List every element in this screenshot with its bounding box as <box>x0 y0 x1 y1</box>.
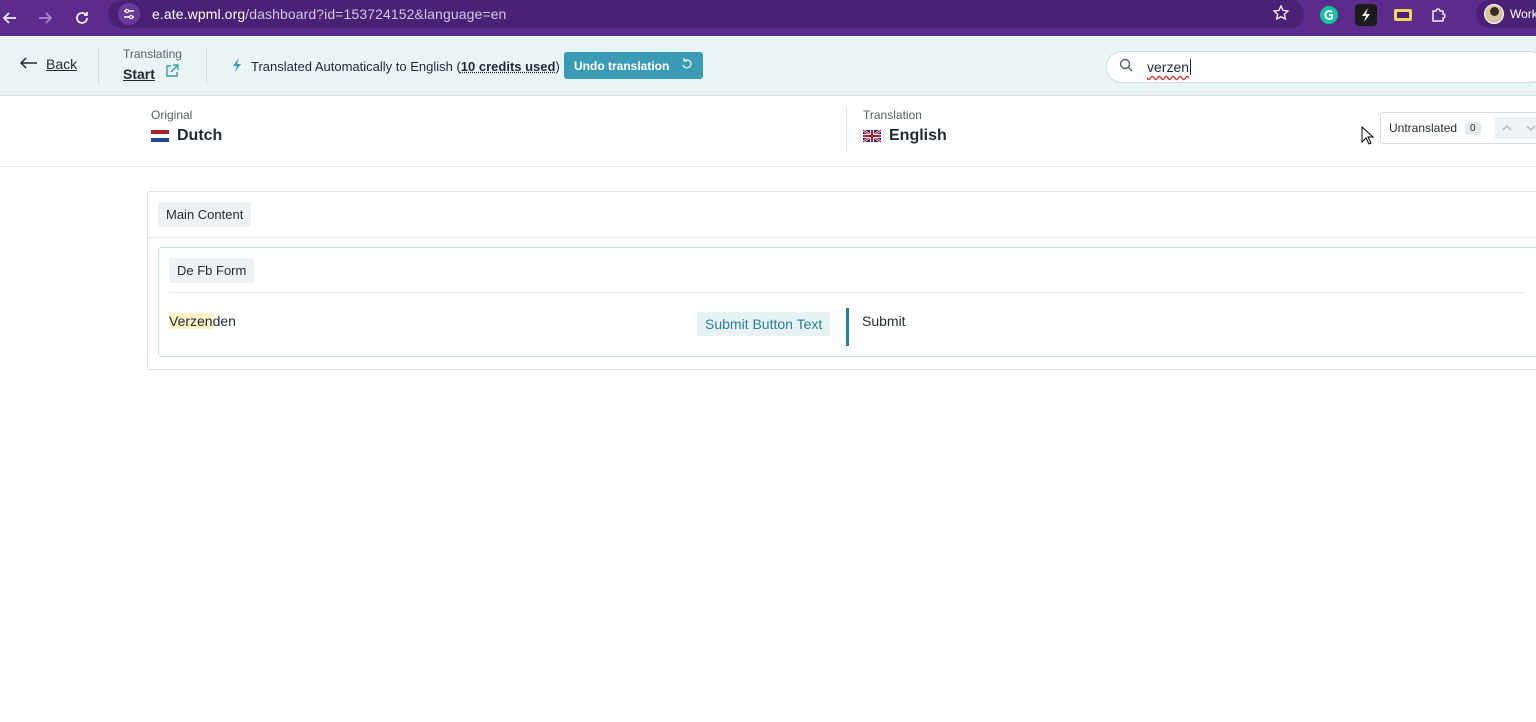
extension-badge-icon[interactable] <box>1392 4 1414 26</box>
source-text-rest: den <box>212 313 236 329</box>
external-link-icon[interactable] <box>165 64 179 83</box>
credits-used[interactable]: 10 credits used <box>461 59 556 74</box>
auto-translate-text: Translated Automatically to English ( <box>251 59 461 74</box>
toolbar-divider <box>206 48 207 84</box>
original-language-name: Dutch <box>177 127 223 144</box>
address-bar[interactable]: e.ate.wpml.org/dashboard?id=153724152&la… <box>108 0 1304 28</box>
forward-arrow-icon[interactable] <box>27 0 63 36</box>
mouse-pointer-icon <box>1361 125 1375 151</box>
grammarly-icon[interactable] <box>1318 4 1340 26</box>
undo-icon <box>681 58 693 73</box>
chevron-up-icon[interactable] <box>1494 117 1519 139</box>
search-highlight: Verzen <box>169 313 213 329</box>
auto-translate-suffix: ) <box>555 59 560 74</box>
text-caret <box>1190 59 1192 75</box>
profile-name: Work <box>1510 7 1536 21</box>
url-text: e.ate.wpml.org/dashboard?id=153724152&la… <box>152 6 506 22</box>
chevron-down-icon[interactable] <box>1518 117 1536 139</box>
field-label-tag: Submit Button Text <box>697 312 831 336</box>
original-label: Original <box>151 108 193 122</box>
lightning-extension-icon[interactable] <box>1355 4 1377 26</box>
language-header: Original Dutch Translation English Untra… <box>0 96 1536 167</box>
extensions-puzzle-icon[interactable] <box>1428 4 1450 26</box>
translation-language-name: English <box>889 127 947 144</box>
untranslated-count: 0 <box>1465 121 1481 135</box>
undo-translation-label: Undo translation <box>574 58 670 73</box>
group-tag: De Fb Form <box>169 258 255 283</box>
search-box[interactable]: verzen <box>1106 51 1536 83</box>
translating-label: Translating <box>123 47 182 61</box>
search-input[interactable]: verzen <box>1147 59 1189 75</box>
site-settings-icon[interactable] <box>118 3 140 25</box>
uk-flag-icon <box>863 130 881 142</box>
segment-status-bar <box>846 308 849 346</box>
group-divider <box>169 292 1525 293</box>
untranslated-label: Untranslated <box>1389 121 1458 135</box>
main-content-section: Main Content De Fb Form Verzenden Submit… <box>147 191 1536 370</box>
bookmark-star-icon[interactable] <box>1272 4 1290 27</box>
translating-info: Translating Start <box>123 47 182 83</box>
section-divider <box>148 237 1536 238</box>
url-host: e.ate.wpml.org <box>152 6 246 22</box>
original-language: Original Dutch <box>151 108 222 145</box>
untranslated-filter[interactable]: Untranslated 0 <box>1380 112 1536 144</box>
translating-title[interactable]: Start <box>123 66 155 82</box>
search-icon <box>1119 58 1133 77</box>
profile-chip[interactable]: Work <box>1476 0 1536 28</box>
language-divider <box>846 106 847 152</box>
avatar <box>1484 4 1504 24</box>
back-link[interactable]: Back <box>19 56 78 72</box>
undo-translation-button[interactable]: Undo translation <box>564 52 704 79</box>
translation-label: Translation <box>863 108 922 122</box>
lightning-icon <box>231 57 243 76</box>
form-group: De Fb Form Verzenden Submit Button Text … <box>158 247 1536 357</box>
section-tag: Main Content <box>158 202 252 227</box>
back-arrow-icon[interactable] <box>0 0 28 36</box>
translation-language: Translation English <box>863 108 947 145</box>
arrow-left-icon <box>19 56 38 72</box>
url-path: /dashboard?id=153724152&language=en <box>245 6 507 22</box>
auto-translate-status: Translated Automatically to English (10 … <box>231 57 560 76</box>
netherlands-flag-icon <box>151 130 169 142</box>
translation-segment[interactable]: Submit <box>862 313 906 329</box>
back-label: Back <box>46 56 78 72</box>
editor-toolbar: Back Translating Start Translated Automa… <box>0 36 1536 96</box>
browser-chrome: e.ate.wpml.org/dashboard?id=153724152&la… <box>0 0 1536 36</box>
source-segment[interactable]: Verzenden <box>169 313 236 329</box>
toolbar-divider <box>98 48 99 84</box>
reload-icon[interactable] <box>64 0 100 36</box>
